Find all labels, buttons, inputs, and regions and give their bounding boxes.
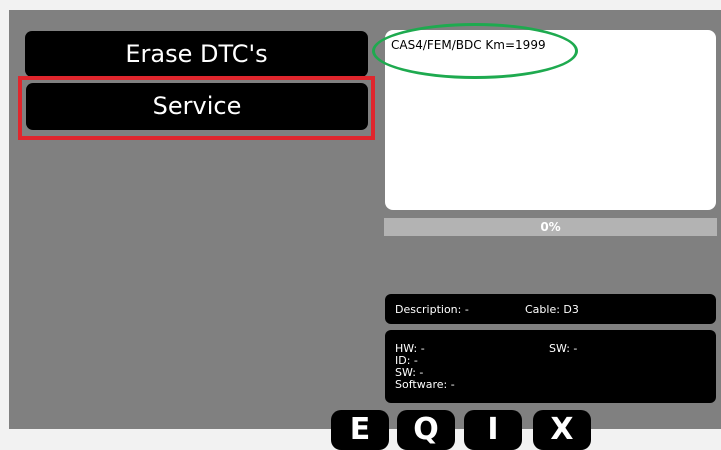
sw-text: SW: - (395, 366, 424, 379)
details-box: HW: - SW: - ID: - SW: - Software: - (385, 330, 716, 403)
close-icon-button[interactable]: X (533, 410, 591, 450)
service-highlight-frame (18, 76, 375, 140)
annotation-ellipse (372, 23, 578, 79)
cable-text: Cable: D3 (525, 303, 579, 316)
sw-right-text: SW: - (549, 342, 578, 355)
search-icon-button[interactable]: Q (397, 410, 455, 450)
info-bar: Description: - Cable: D3 (385, 294, 716, 324)
info-icon-button[interactable]: I (464, 410, 522, 450)
software-text: Software: - (395, 378, 455, 391)
id-text: ID: - (395, 354, 418, 367)
e-icon-button[interactable]: E (331, 410, 389, 450)
progress-bar: 0% (384, 218, 717, 236)
erase-dtcs-button[interactable]: Erase DTC's (25, 31, 368, 77)
description-text: Description: - (395, 303, 469, 316)
hw-text: HW: - (395, 342, 425, 355)
progress-label: 0% (540, 220, 561, 234)
